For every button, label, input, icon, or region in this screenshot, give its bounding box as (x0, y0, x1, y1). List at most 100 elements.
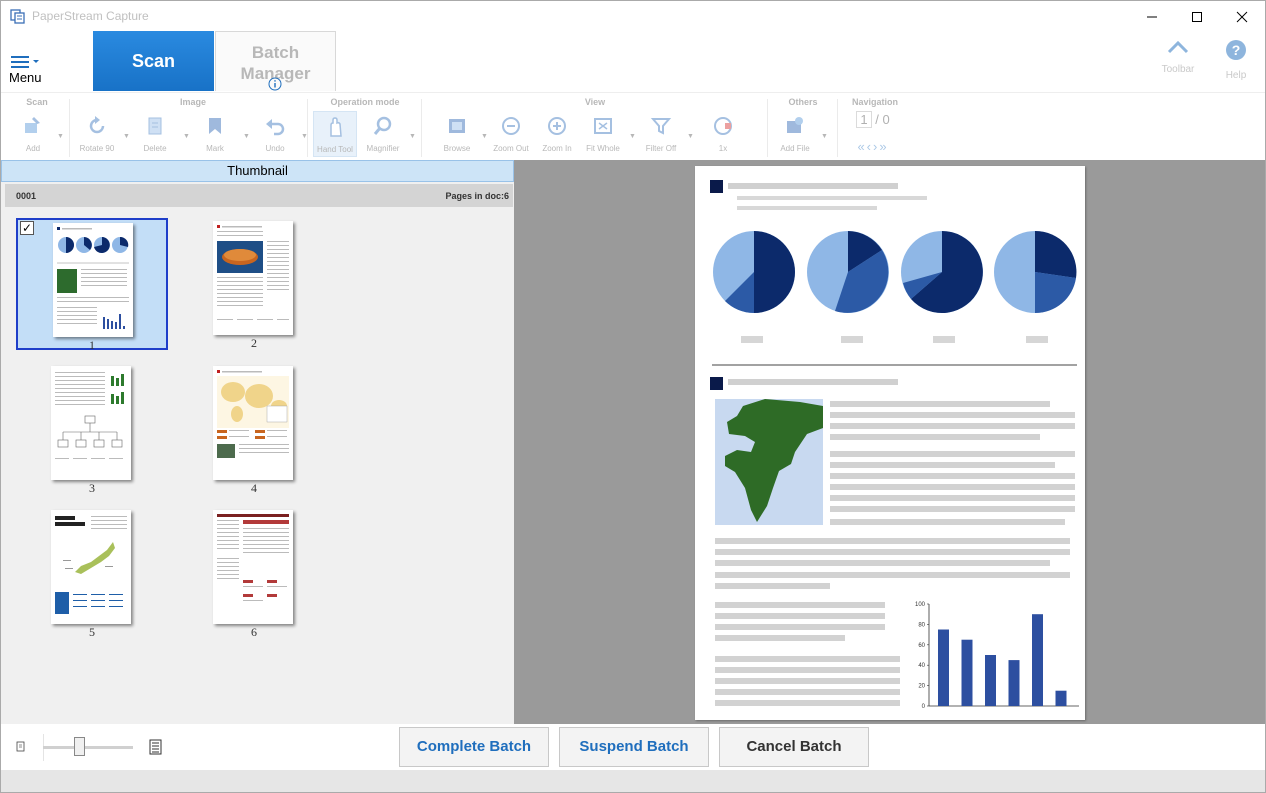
fit-whole-button[interactable]: Fit Whole (581, 111, 625, 157)
rotate-button[interactable]: Rotate 90 (75, 111, 119, 157)
info-icon[interactable] (268, 77, 282, 91)
undo-icon (266, 119, 285, 136)
title-bar: PaperStream Capture (1, 1, 1265, 32)
pie-chart (994, 230, 1077, 314)
close-button[interactable] (1219, 1, 1265, 32)
tab-scan-label: Scan (131, 50, 176, 71)
page-thumbnail-image (213, 366, 293, 480)
mark-dropdown-icon[interactable]: ▼ (243, 133, 250, 140)
mark-icon (209, 118, 221, 134)
app-window: PaperStream Capture Menu Scan Batch Mana… (0, 0, 1266, 793)
preview-document-page: 100 80 60 40 20 0 (695, 166, 1085, 720)
one-x-label: 1x (718, 144, 728, 153)
rotate-icon (89, 116, 105, 134)
tab-batch-manager[interactable]: Batch Manager (215, 31, 336, 91)
one-x-icon (714, 117, 732, 135)
add-file-button[interactable]: Add File (773, 111, 817, 157)
toolbar-toggle-button[interactable]: Toolbar (1158, 39, 1198, 85)
page-separator: / (875, 112, 879, 127)
document-id: 0001 (16, 191, 37, 201)
complete-batch-button[interactable]: Complete Batch (399, 727, 549, 767)
add-scan-label: Add (25, 144, 41, 153)
browse-label: Browse (443, 144, 471, 153)
thumbnail-header: Thumbnail (1, 160, 514, 182)
bar-chart-bar (985, 655, 996, 706)
zoom-slider-thumb[interactable] (74, 737, 85, 756)
delete-button[interactable]: Delete (133, 111, 177, 157)
page-6-preview (217, 514, 289, 601)
fit-whole-dropdown-icon[interactable]: ▼ (629, 133, 636, 140)
browse-dropdown-icon[interactable]: ▼ (481, 133, 488, 140)
maximize-button[interactable] (1174, 1, 1220, 32)
toolbar-separator (69, 99, 70, 157)
add-scan-button[interactable]: Add (11, 111, 55, 157)
page-current[interactable]: 1 (856, 111, 872, 128)
magnifier-label: Magnifier (366, 144, 400, 153)
thumbnail-page[interactable]: 6 (178, 507, 330, 639)
thumbnail-page[interactable]: 2 (178, 218, 330, 350)
fit-whole-label: Fit Whole (586, 144, 620, 153)
zoom-out-icon (502, 117, 520, 135)
toolbar-group-others: Others Add File ▼ (771, 93, 835, 161)
undo-button[interactable]: Undo (253, 111, 297, 157)
bar-chart-bar (961, 639, 973, 706)
close-icon (1236, 11, 1248, 22)
group-title-others: Others (788, 97, 818, 107)
mark-button[interactable]: Mark (193, 111, 237, 157)
large-page-icon[interactable] (149, 739, 162, 755)
page-number: 3 (89, 481, 95, 495)
help-button[interactable]: ? Help (1216, 39, 1256, 85)
bar-chart-bar (1032, 614, 1043, 706)
pie-chart (807, 231, 889, 313)
filter-button[interactable]: Filter Off (639, 111, 683, 157)
bar-chart-tick-label: 80 (918, 622, 925, 628)
small-page-icon[interactable] (16, 741, 26, 753)
image-preview-pane[interactable]: 100 80 60 40 20 0 (514, 160, 1265, 724)
thumbnail-page[interactable]: 5 (16, 507, 168, 639)
add-file-dropdown-icon[interactable]: ▼ (821, 133, 828, 140)
thumbnail-page[interactable]: 4 (178, 363, 330, 495)
hand-tool-button[interactable]: Hand Tool (313, 111, 357, 157)
magnifier-button[interactable]: Magnifier (361, 111, 405, 157)
preview-page-content: 100 80 60 40 20 0 (710, 180, 1079, 710)
page-thumbnail-image (213, 221, 293, 335)
page-thumbnail-image (213, 510, 293, 624)
delete-label: Delete (143, 144, 167, 153)
toolbar-group-image: Image Rotate 90 ▼ Delete ▼ Mark ▼ Undo ▼ (73, 93, 313, 161)
bar-chart-bar (1055, 690, 1067, 706)
group-title-image: Image (179, 97, 206, 107)
add-scan-icon (25, 117, 40, 133)
zoom-in-button[interactable]: Zoom In (535, 111, 579, 157)
delete-dropdown-icon[interactable]: ▼ (183, 133, 190, 140)
add-scan-dropdown-icon[interactable]: ▼ (57, 133, 64, 140)
document-header[interactable]: 0001 Pages in doc:6 (5, 184, 513, 207)
ribbon-toolbar: Scan Add ▼ Image Rotate 90 ▼ Delete ▼ Ma… (1, 92, 1265, 160)
group-title-scan: Scan (26, 97, 48, 107)
rotate-dropdown-icon[interactable]: ▼ (123, 133, 130, 140)
thumbnail-page[interactable]: 3 (16, 363, 168, 495)
filter-dropdown-icon[interactable]: ▼ (687, 133, 694, 140)
menu-button[interactable]: Menu (5, 51, 47, 87)
page-5-preview (55, 516, 127, 614)
toolbar-group-scan: Scan Add ▼ (7, 93, 67, 161)
toolbar-group-navigation: Navigation 1 / 0 «‹›» (843, 93, 907, 161)
hamburger-menu-icon (11, 56, 39, 68)
zoom-out-button[interactable]: Zoom Out (489, 111, 533, 157)
minimize-button[interactable] (1129, 1, 1175, 32)
help-label: Help (1225, 70, 1247, 81)
page-checkbox[interactable]: ✓ (20, 221, 34, 235)
suspend-batch-button[interactable]: Suspend Batch (559, 727, 709, 767)
pie-chart (901, 231, 983, 313)
pages-in-doc: Pages in doc:6 (445, 191, 509, 201)
one-x-button[interactable]: 1x (701, 111, 745, 157)
cancel-batch-button[interactable]: Cancel Batch (719, 727, 869, 767)
bar-chart-bar (1008, 660, 1020, 706)
browse-button[interactable]: Browse (435, 111, 479, 157)
tab-scan[interactable]: Scan (93, 31, 214, 91)
zoom-slider-track[interactable] (43, 746, 133, 749)
toolbar-group-operation-mode: Operation mode Hand Tool Magnifier ▼ (311, 93, 419, 161)
navigation-arrows[interactable]: «‹›» (843, 139, 903, 154)
fit-whole-icon (594, 118, 612, 134)
thumbnail-page[interactable]: ✓ 1 (16, 218, 168, 352)
magnifier-dropdown-icon[interactable]: ▼ (409, 133, 416, 140)
